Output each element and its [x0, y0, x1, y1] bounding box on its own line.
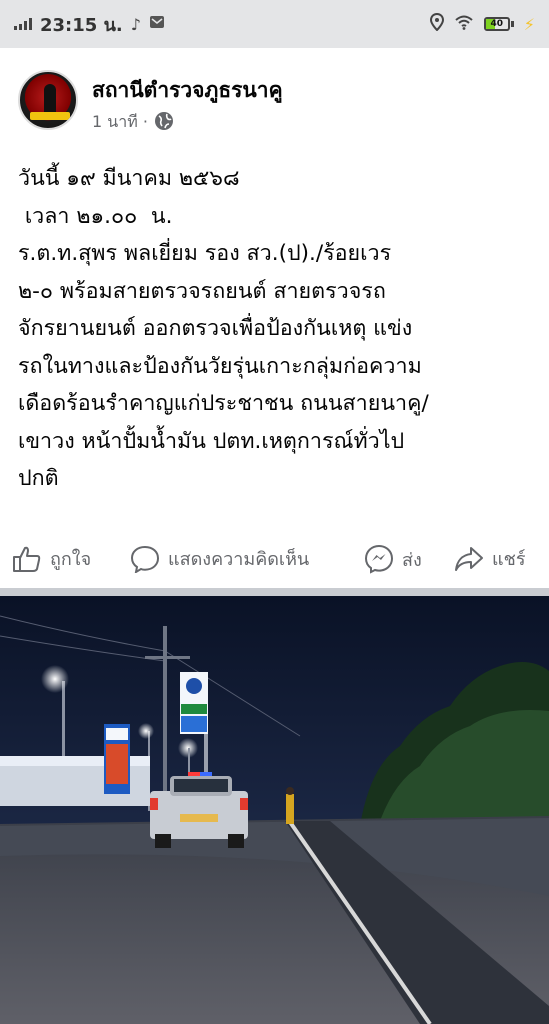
share-label: แชร์: [492, 549, 526, 570]
signal-icon: [14, 18, 32, 30]
share-button[interactable]: แชร์: [454, 544, 526, 573]
post-actions: ถูกใจ แสดงความคิดเห็น ส่ง แชร์: [0, 540, 549, 580]
send-label: ส่ง: [402, 549, 422, 571]
post-line: ๒-๐ พร้อมสายตรวจรถยนต์ สายตรวจรถ: [18, 278, 386, 304]
globe-icon: [154, 111, 174, 135]
share-icon: [454, 546, 484, 572]
post-line: ปกติ: [18, 466, 59, 491]
like-label: ถูกใจ: [50, 549, 92, 570]
comment-icon: [130, 545, 160, 573]
comment-label: แสดงความคิดเห็น: [168, 549, 310, 570]
send-button[interactable]: ส่ง: [364, 544, 422, 574]
battery-icon: 40: [483, 17, 514, 31]
like-button[interactable]: ถูกใจ: [12, 544, 91, 573]
thumbs-up-icon: [12, 545, 42, 573]
post-header: สถานีตำรวจภูธรนาคู 1 นาที ·: [0, 60, 549, 140]
battery-level: 40: [490, 19, 504, 29]
divider: [0, 588, 549, 596]
status-time: 23:15 น.: [40, 14, 123, 36]
post-line: เวลา ๒๑.๐๐ น.: [18, 203, 173, 229]
status-bar: 23:15 น. ♪ 40 ⚡: [0, 0, 549, 48]
page-name[interactable]: สถานีตำรวจภูธรนาคู: [92, 74, 283, 107]
post-line: เขาวง หน้าปั้มน้ำมัน ปตท.เหตุการณ์ทั่วไป: [18, 428, 405, 454]
post-photo[interactable]: [0, 596, 549, 1024]
charging-icon: ⚡: [523, 14, 535, 34]
message-icon: [149, 14, 165, 35]
tiktok-icon: ♪: [130, 14, 141, 34]
time-ago[interactable]: 1 นาที ·: [92, 110, 148, 135]
location-icon: [429, 12, 444, 36]
post-text: วันนี้ ๑๙ มีนาคม ๒๕๖๘ เวลา ๒๑.๐๐ น. ร.ต.…: [18, 160, 538, 498]
post-line: จักรยานยนต์ ออกตรวจเพื่อป้องกันเหตุ แข่ง: [18, 316, 413, 341]
night-road-scene: [0, 596, 549, 1024]
post-line: วันนี้ ๑๙ มีนาคม ๒๕๖๘: [18, 166, 240, 191]
post-line: รถในทางและป้องกันวัยรุ่นเกาะกลุ่มก่อความ: [18, 353, 422, 379]
post-line: ร.ต.ท.สุพร พลเยี่ยม รอง สว.(ป)./ร้อยเวร: [18, 241, 392, 266]
post-line: เดือดร้อนรำคาญแก่ประชาชน ถนนสายนาคู/: [18, 391, 429, 416]
avatar[interactable]: [18, 70, 78, 130]
post-meta: 1 นาที ·: [92, 110, 174, 135]
comment-button[interactable]: แสดงความคิดเห็น: [130, 544, 309, 573]
wifi-icon: [454, 14, 474, 35]
messenger-icon: [364, 544, 394, 574]
